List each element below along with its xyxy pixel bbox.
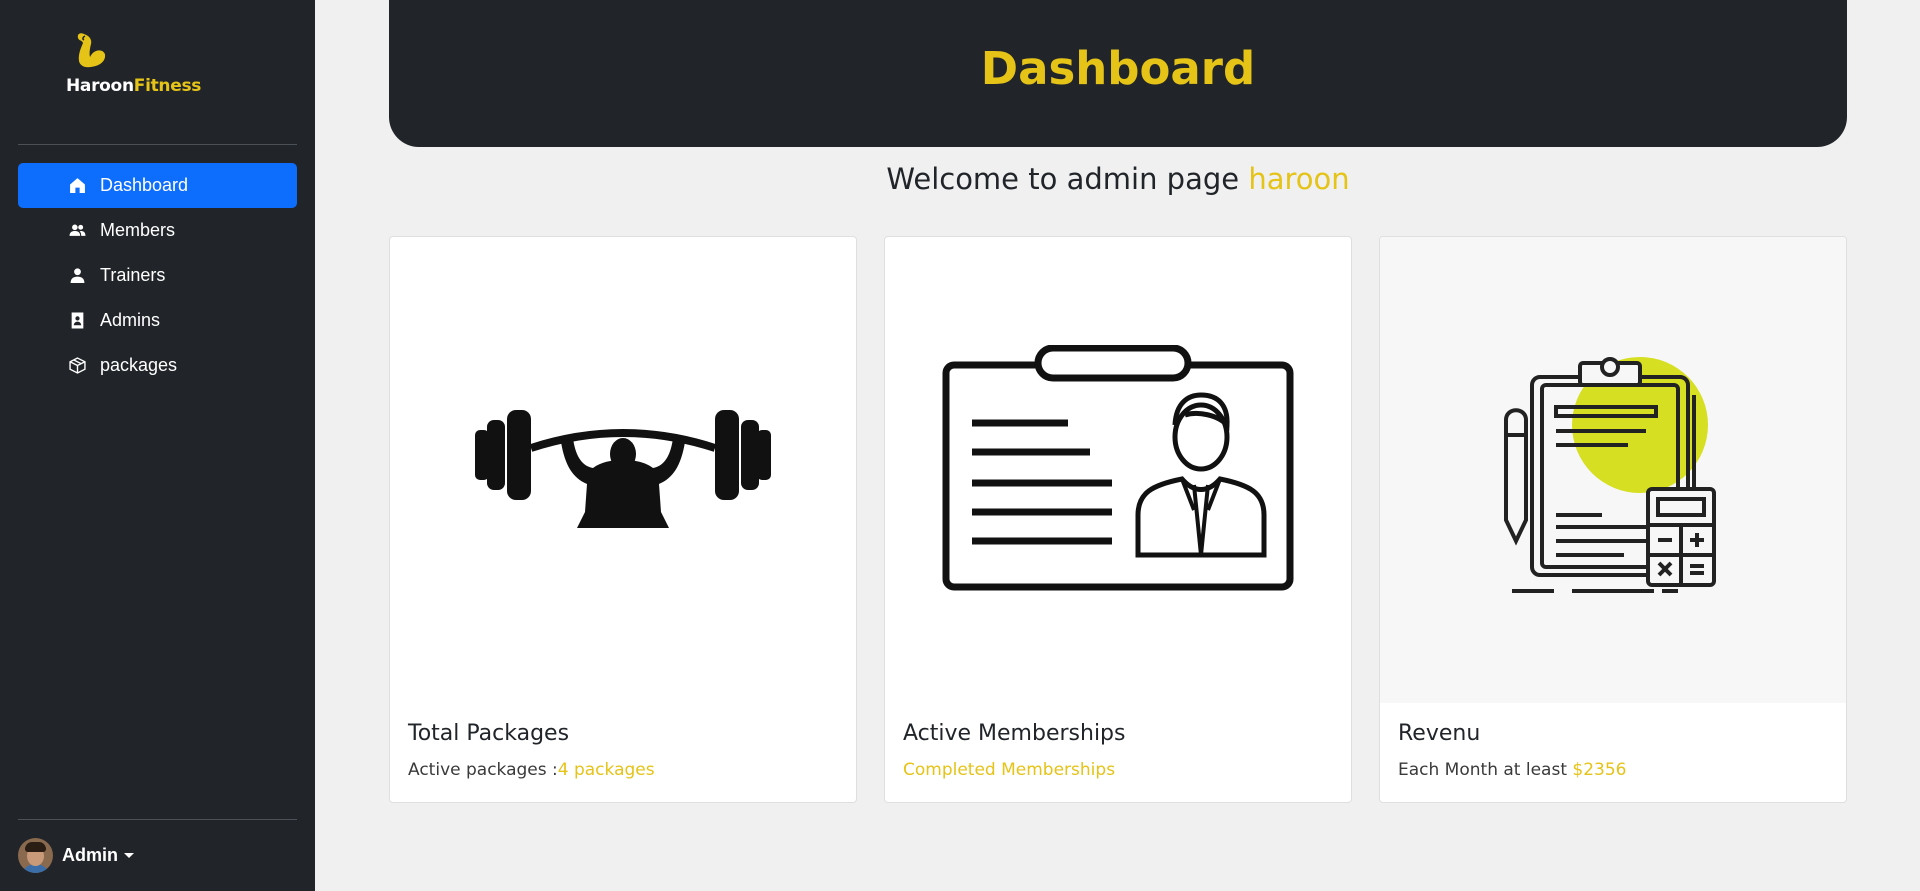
user-menu[interactable]: Admin [18,838,134,873]
sidebar-item-admins[interactable]: Admins [18,298,297,343]
card-title: Total Packages [408,721,570,746]
id-badge-icon [68,312,86,330]
welcome-message: Welcome to admin page haroon [886,162,1350,196]
sidebar-item-label: Trainers [100,265,166,285]
sidebar-divider-top [18,144,297,145]
page-header: Dashboard [389,0,1847,147]
card-highlight: $2356 [1572,760,1627,780]
card-active-memberships[interactable]: Active Memberships Completed Memberships [884,236,1352,803]
weightlifter-icon [475,410,771,528]
clipboard-calculator-icon [1504,357,1716,593]
card-highlight: Completed Memberships [903,760,1116,780]
card-image [1380,237,1846,703]
card-title: Active Memberships [903,721,1126,746]
sidebar-item-members[interactable]: Members [18,208,297,253]
card-image [885,237,1351,703]
brand-name: HaroonFitness [66,76,202,96]
id-card-icon [942,345,1294,591]
welcome-username: haroon [1248,162,1350,196]
card-text: Each Month at least $2356 [1398,760,1627,780]
box-icon [68,357,86,375]
card-text: Completed Memberships [903,760,1115,780]
home-icon [68,177,86,195]
brand-logo[interactable]: HaroonFitness [66,30,216,100]
page-title: Dashboard [980,42,1256,95]
card-image [390,237,856,703]
sidebar-item-label: Dashboard [100,175,189,195]
sidebar-item-label: Members [100,220,176,240]
card-title: Revenu [1398,721,1481,746]
card-highlight: 4 packages [557,760,655,780]
sidebar: HaroonFitness Dashboard Members Trainers [0,0,315,891]
sidebar-nav: Dashboard Members Trainers Admins packag… [18,163,297,388]
flexed-arm-icon [77,33,106,68]
card-total-packages[interactable]: Total Packages Active packages :4 packag… [389,236,857,803]
card-revenue[interactable]: Revenu Each Month at least $2356 [1379,236,1847,803]
users-icon [68,222,86,240]
sidebar-item-trainers[interactable]: Trainers [18,253,297,298]
sidebar-item-dashboard[interactable]: Dashboard [18,163,297,208]
user-name: Admin [62,845,118,865]
avatar [18,838,53,873]
sidebar-item-label: Admins [100,310,161,330]
sidebar-item-packages[interactable]: packages [18,343,297,388]
sidebar-item-label: packages [100,355,178,375]
card-text: Active packages :4 packages [408,760,655,780]
person-icon [68,267,86,285]
caret-down-icon [124,853,134,858]
sidebar-divider-bottom [18,819,297,820]
